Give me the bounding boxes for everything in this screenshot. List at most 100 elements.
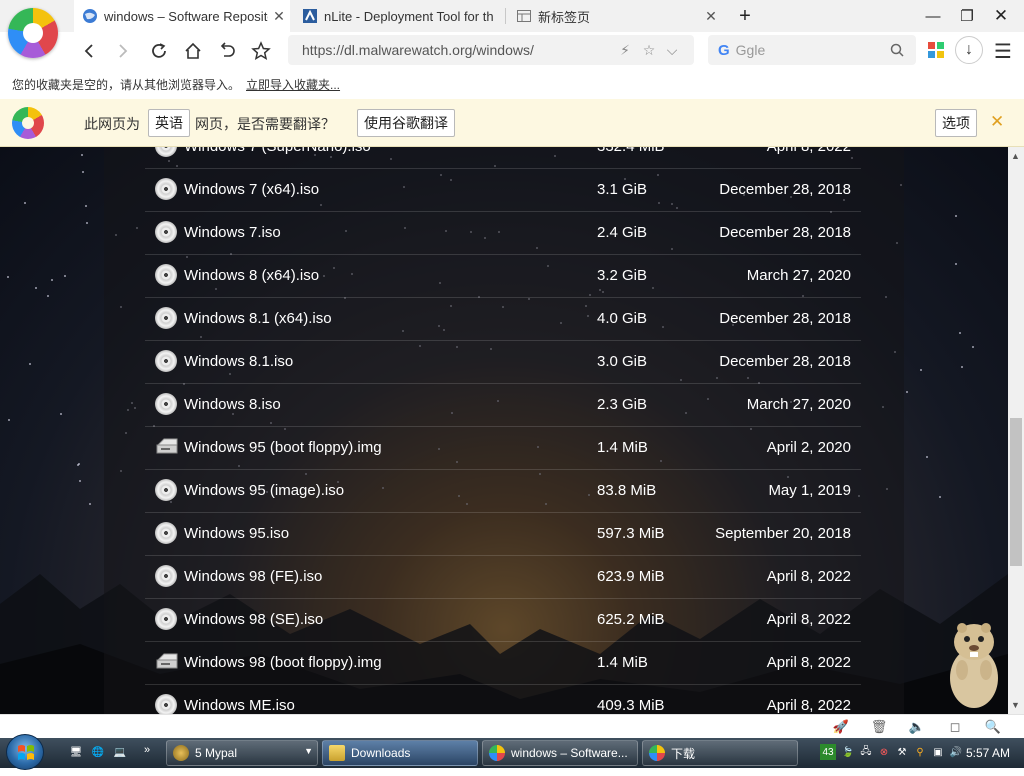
search-box[interactable]: G Ggle: [708, 35, 916, 65]
file-row[interactable]: Windows 8.1.iso 3.0 GiB December 28, 2018: [145, 341, 861, 384]
file-row[interactable]: Windows 98 (SE).iso 625.2 MiB April 8, 202…: [145, 599, 861, 642]
clock[interactable]: 5:57 AM: [966, 746, 1010, 760]
tab-title: nLite - Deployment Tool for th: [324, 8, 494, 24]
lightning-icon[interactable]: ⚡: [616, 41, 634, 59]
scroll-down-arrow-icon[interactable]: ▼: [1011, 700, 1020, 710]
start-button[interactable]: [6, 734, 44, 770]
chevron-down-icon[interactable]: ⌵: [663, 41, 681, 59]
apps-grid-icon[interactable]: [928, 42, 944, 58]
file-row[interactable]: Windows 8.iso 2.3 GiB March 27, 2020: [145, 384, 861, 427]
file-name-link[interactable]: Windows 7 (x64).iso: [184, 181, 319, 198]
file-row[interactable]: Windows 98 (FE).iso 623.9 MiB April 8, 202…: [145, 556, 861, 599]
tray-volume-icon[interactable]: 🔊: [948, 744, 964, 760]
quicklaunch-overflow-icon[interactable]: »: [144, 744, 150, 756]
url-host: https://dl.malwarewatch.org: [302, 42, 473, 58]
star-dot: [906, 391, 908, 393]
undo-close-icon[interactable]: [212, 36, 242, 66]
tray-counter-badge[interactable]: 43: [820, 744, 836, 760]
tab-windows-repository[interactable]: windows – Software Repositor ✕: [74, 0, 290, 32]
close-translate-icon[interactable]: ✕: [990, 112, 1004, 132]
reload-icon[interactable]: [144, 36, 174, 66]
taskbar-item-downloads[interactable]: Downloads: [322, 740, 478, 766]
translate-prefix: 此网页为: [84, 116, 140, 132]
file-name-link[interactable]: Windows ME.iso: [184, 697, 295, 714]
trash-icon[interactable]: 🗑: [870, 718, 888, 736]
search-icon[interactable]: [890, 43, 904, 57]
scrollbar-thumb[interactable]: [1010, 418, 1022, 566]
star-dot: [47, 295, 49, 297]
tray-leaf-icon[interactable]: 🍃: [840, 744, 856, 760]
file-row[interactable]: Windows ME.iso 409.3 MiB April 8, 2022: [145, 685, 861, 714]
translate-options-button[interactable]: 选项: [935, 109, 977, 137]
disc-icon: [155, 565, 177, 587]
address-bar[interactable]: https://dl.malwarewatch.org/windows/ ⚡ ☆…: [288, 35, 694, 65]
taskbar-item-windows-software[interactable]: windows – Software...: [482, 740, 638, 766]
taskbar-item-download-cn[interactable]: 下载: [642, 740, 798, 766]
bookmark-star-icon[interactable]: [246, 36, 276, 66]
file-name-link[interactable]: Windows 8.1.iso: [184, 353, 293, 370]
close-tab-icon[interactable]: ✕: [268, 8, 290, 25]
file-name-link[interactable]: Windows 98 (FE).iso: [184, 568, 322, 585]
browser-logo-icon[interactable]: [8, 8, 58, 58]
menu-hamburger-icon[interactable]: ☰: [988, 36, 1018, 66]
file-name-link[interactable]: Windows 95 (boot floppy).img: [184, 439, 382, 456]
file-row[interactable]: Windows 8 (x64).iso 3.2 GiB March 27, 2020: [145, 255, 861, 298]
search-input[interactable]: Ggle: [736, 42, 766, 58]
tray-tool-icon[interactable]: ⚒: [894, 744, 910, 760]
maximize-icon[interactable]: ❐: [950, 0, 984, 32]
gopher-mascot-icon: [950, 623, 998, 708]
file-name-link[interactable]: Windows 98 (SE).iso: [184, 611, 323, 628]
home-icon[interactable]: [178, 36, 208, 66]
file-name-link[interactable]: Windows 98 (boot floppy).img: [184, 654, 382, 671]
file-row[interactable]: Windows 95.iso 597.3 MiB September 20, 201…: [145, 513, 861, 556]
tab-title: windows – Software Repositor: [104, 8, 268, 24]
import-bookmarks-link[interactable]: 立即导入收藏夹...: [246, 76, 340, 93]
taskbar-item-label: 下载: [671, 746, 696, 761]
new-tab-plus-icon[interactable]: +: [728, 0, 762, 32]
file-name-link[interactable]: Windows 7 (SuperNano).iso: [184, 147, 371, 155]
taskbar-item-mypal[interactable]: 5 Mypal ▼: [166, 740, 318, 766]
file-name-link[interactable]: Windows 7.iso: [184, 224, 281, 241]
star-dot: [29, 363, 31, 365]
speaker-icon[interactable]: 🔈: [908, 718, 926, 736]
favorite-star-icon[interactable]: ☆: [640, 41, 658, 59]
forward-icon[interactable]: [108, 36, 138, 66]
mypal-icon: [173, 745, 189, 761]
download-icon[interactable]: ↓: [955, 36, 983, 64]
tab-new-tab[interactable]: 新标签页 ✕: [508, 0, 722, 32]
file-row[interactable]: Windows 7 (SuperNano).iso 332.4 MiB April …: [145, 147, 861, 169]
source-language-button[interactable]: 英语: [148, 109, 190, 137]
google-translate-button[interactable]: 使用谷歌翻译: [357, 109, 455, 137]
file-name-link[interactable]: Windows 95.iso: [184, 525, 289, 542]
file-row[interactable]: Windows 95 (boot floppy).img 1.4 MiB April…: [145, 427, 861, 470]
zoom-icon[interactable]: 🔍: [984, 718, 1002, 736]
star-dot: [7, 276, 9, 278]
star-dot: [85, 205, 87, 207]
file-name-link[interactable]: Windows 95 (image).iso: [184, 482, 344, 499]
file-row[interactable]: Windows 7.iso 2.4 GiB December 28, 2018: [145, 212, 861, 255]
rocket-icon[interactable]: 🚀: [832, 718, 850, 736]
quicklaunch-browser-icon[interactable]: 🌐: [90, 744, 106, 760]
tray-magnifier-icon[interactable]: ⚲: [912, 744, 928, 760]
tray-display-icon[interactable]: ▣: [930, 744, 946, 760]
file-row[interactable]: Windows 95 (image).iso 83.8 MiB May 1, 201…: [145, 470, 861, 513]
file-row[interactable]: Windows 7 (x64).iso 3.1 GiB December 28, 2…: [145, 169, 861, 212]
tab-nlite[interactable]: nLite - Deployment Tool for th: [294, 0, 504, 32]
scroll-up-arrow-icon[interactable]: ▲: [1011, 151, 1020, 161]
show-desktop-icon[interactable]: 🖥: [68, 744, 84, 760]
file-size: 1.4 MiB: [597, 654, 648, 671]
file-name-link[interactable]: Windows 8.1 (x64).iso: [184, 310, 332, 327]
minimize-icon[interactable]: —: [916, 0, 950, 32]
file-row[interactable]: Windows 8.1 (x64).iso 4.0 GiB December 28,…: [145, 298, 861, 341]
back-icon[interactable]: [74, 36, 104, 66]
tray-network-icon[interactable]: 🖧: [858, 744, 874, 760]
window-icon[interactable]: ◻: [946, 718, 964, 736]
tab-title: 新标签页: [538, 9, 591, 25]
file-name-link[interactable]: Windows 8 (x64).iso: [184, 267, 319, 284]
tray-blocked-icon[interactable]: ⊗: [876, 744, 892, 760]
quicklaunch-monitor-icon[interactable]: 💻: [112, 744, 128, 760]
file-row[interactable]: Windows 98 (boot floppy).img 1.4 MiB April…: [145, 642, 861, 685]
close-tab-icon[interactable]: ✕: [700, 8, 722, 25]
close-window-icon[interactable]: ✕: [984, 0, 1018, 32]
file-name-link[interactable]: Windows 8.iso: [184, 396, 281, 413]
